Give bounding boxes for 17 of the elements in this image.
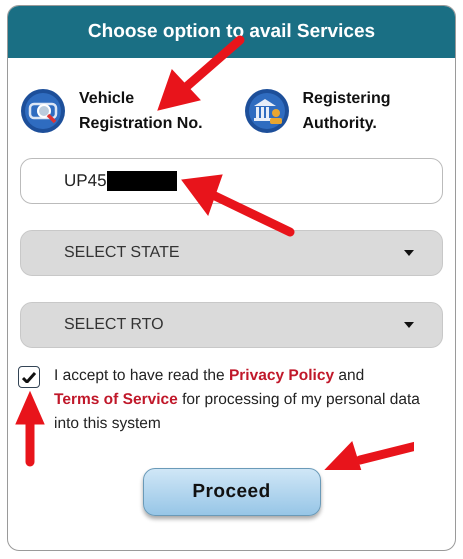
header-title: Choose option to avail Services [88, 20, 376, 44]
checkmark-icon [22, 372, 36, 382]
policy-link[interactable]: Privacy Policy [228, 367, 334, 384]
accept-checkbox[interactable] [18, 366, 40, 388]
building-person-icon [244, 88, 290, 134]
registration-field[interactable]: UP45 [20, 158, 443, 204]
caret-icon [404, 250, 414, 256]
option-label[interactable]: Vehicle Registration No. [79, 86, 214, 136]
proceed-button[interactable]: Proceed [142, 468, 320, 516]
select-dropdown[interactable]: SELECT RTO [20, 302, 443, 348]
car-magnifier-icon [20, 88, 66, 134]
consent-text: I accept to have read the Privacy Policy and Terms of Service for processing of my personal data into this system [54, 366, 421, 434]
select-dropdown[interactable]: SELECT STATE [20, 230, 443, 276]
policy-link[interactable]: Terms of Service [54, 391, 178, 408]
caret-icon [404, 322, 414, 328]
option-label[interactable]: Registering Authority. [302, 86, 438, 136]
field-value: UP45 [64, 170, 107, 192]
